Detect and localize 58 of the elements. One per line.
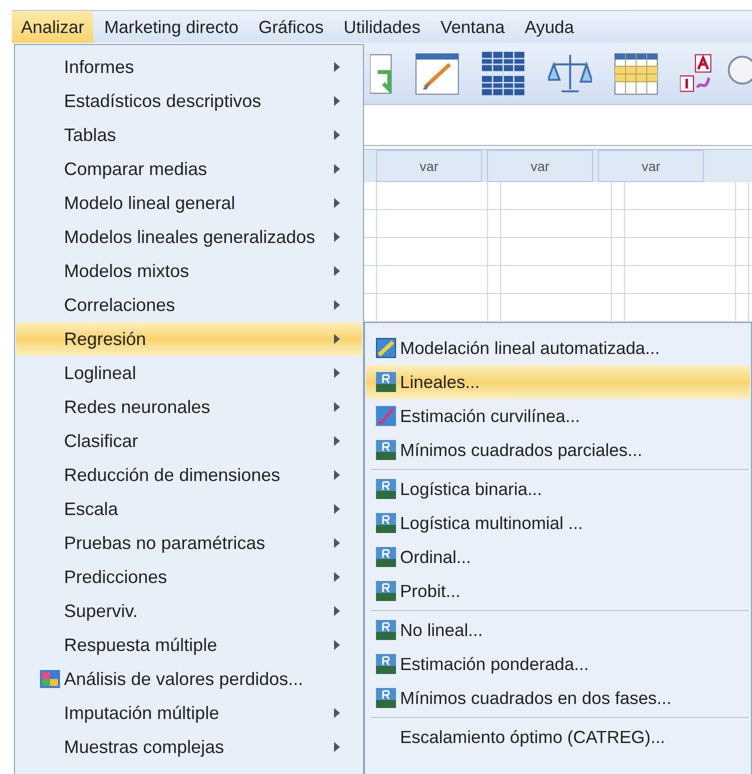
menu-bar-item[interactable]: Ayuda: [516, 11, 584, 44]
menu-item[interactable]: Comparar medias: [16, 152, 362, 186]
chart-table-icon[interactable]: [415, 52, 460, 96]
submenu-item[interactable]: Estimación curvilínea...: [366, 399, 750, 433]
menu-item[interactable]: Regresión: [16, 322, 362, 356]
table-icon[interactable]: [370, 52, 394, 96]
scale-icon[interactable]: [548, 52, 592, 96]
menu-item[interactable]: Respuesta múltiple: [16, 628, 362, 662]
column-header: var: [487, 150, 593, 182]
menu-item[interactable]: Informes: [16, 50, 362, 84]
menu-bar-item[interactable]: Utilidades: [334, 11, 430, 44]
menu-item[interactable]: Correlaciones: [16, 288, 362, 322]
menu-bar-item[interactable]: Gráficos: [249, 11, 333, 44]
menu-item[interactable]: Modelos mixtos: [16, 254, 362, 288]
menu-item[interactable]: Estadísticos descriptivos: [16, 84, 362, 118]
submenu-item[interactable]: Modelación lineal automatizada...: [366, 331, 750, 365]
submenu-item[interactable]: Estimación ponderada...: [366, 647, 750, 681]
submenu-item[interactable]: Mínimos cuadrados parciales...: [366, 433, 750, 467]
menu-item[interactable]: Imputación múltiple: [16, 696, 362, 730]
menu-item[interactable]: Clasificar: [16, 424, 362, 458]
r-badge-icon: [376, 440, 396, 460]
menu-item[interactable]: Escala: [16, 492, 362, 526]
menu-item[interactable]: Redes neuronales: [16, 390, 362, 424]
menu-item[interactable]: Modelos lineales generalizados: [16, 220, 362, 254]
submenu-item[interactable]: Logística binaria...: [366, 472, 750, 506]
chart-icon: [376, 338, 396, 358]
menu-item[interactable]: Superviv.: [16, 594, 362, 628]
menu-item[interactable]: Predicciones: [16, 560, 362, 594]
submenu-item[interactable]: Probit...: [366, 574, 750, 608]
submenu-item[interactable]: Mínimos cuadrados en dos fases...: [366, 681, 750, 715]
column-header: var: [598, 150, 704, 182]
menu-item[interactable]: Análisis de valores perdidos...: [16, 662, 362, 696]
r-badge-icon: [376, 513, 396, 533]
submenu-item[interactable]: No lineal...: [366, 613, 750, 647]
r-badge-icon: [376, 688, 396, 708]
menu-item[interactable]: Pruebas no paramétricas: [16, 526, 362, 560]
menu-item[interactable]: Reducción de dimensiones: [16, 458, 362, 492]
column-header: var: [376, 150, 482, 182]
menu-bar-item[interactable]: Ventana: [431, 11, 514, 44]
menu-item[interactable]: Muestras complejas: [16, 730, 362, 764]
submenu-item[interactable]: Lineales...: [366, 365, 750, 399]
curve-icon: [376, 406, 396, 426]
r-badge-icon: [376, 547, 396, 567]
submenu-item[interactable]: Escalamiento óptimo (CATREG)...: [366, 720, 750, 754]
grid-icon[interactable]: [614, 52, 658, 96]
r-badge-icon: [376, 581, 396, 601]
menu-bar-item[interactable]: Analizar: [12, 11, 94, 44]
menu-item[interactable]: Loglineal: [16, 356, 362, 390]
menu-item[interactable]: Modelo lineal general: [16, 186, 362, 220]
r-badge-icon: [376, 654, 396, 674]
split-table-icon[interactable]: [481, 50, 526, 98]
menu-bar-item[interactable]: Marketing directo: [95, 11, 248, 44]
r-badge-icon: [376, 372, 396, 392]
r-badge-icon: [376, 479, 396, 499]
r-badge-icon: [376, 620, 396, 640]
menu-item[interactable]: Tablas: [16, 118, 362, 152]
submenu-item[interactable]: Ordinal...: [366, 540, 750, 574]
submenu-item[interactable]: Logística multinomial ...: [366, 506, 750, 540]
